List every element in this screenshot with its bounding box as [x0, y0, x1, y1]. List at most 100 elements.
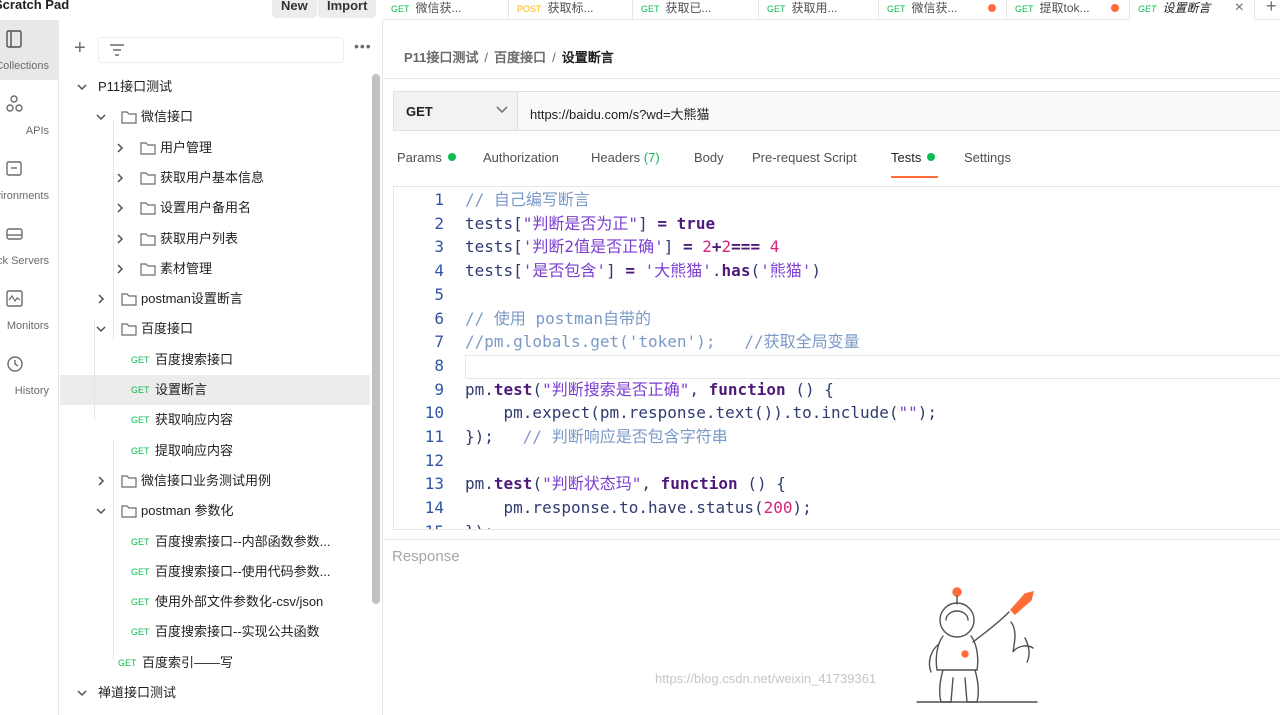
rail-item-apis[interactable]: APIs: [0, 85, 59, 145]
unsaved-dot-icon: [1111, 4, 1119, 12]
rail-label: Monitors: [6, 320, 49, 332]
chevron-right-icon[interactable]: [114, 224, 126, 256]
monitors-icon: [6, 290, 23, 307]
request-item[interactable]: GET 获取响应内容: [60, 405, 370, 435]
rail-item-environments[interactable]: Environments: [0, 150, 59, 210]
breadcrumb-collection[interactable]: P11接口测试: [404, 50, 478, 65]
tab-body[interactable]: Body: [694, 150, 724, 165]
folder-item[interactable]: 获取用户列表: [60, 224, 370, 254]
code-line: 15});: [394, 520, 1274, 529]
tab-tests[interactable]: Tests: [891, 150, 938, 178]
chevron-right-icon[interactable]: [114, 193, 126, 225]
chevron-down-icon[interactable]: [95, 102, 107, 134]
new-button[interactable]: New: [272, 0, 317, 18]
icon-rail: Collections APIs Environments Mock Servers M…: [0, 20, 59, 715]
request-item[interactable]: GET 设置断言: [60, 375, 370, 405]
tab-pre-request-script[interactable]: Pre-request Script: [752, 150, 857, 165]
tab-method: GET: [391, 4, 410, 14]
line-number: 10: [424, 403, 444, 423]
new-tab-plus-icon[interactable]: +: [1266, 0, 1277, 17]
tests-dot-icon: [927, 153, 936, 161]
request-method: GET: [131, 537, 150, 547]
tree-label: 获取响应内容: [155, 412, 234, 427]
method-select[interactable]: GET: [394, 92, 518, 130]
sidebar-scrollbar[interactable]: [372, 74, 380, 604]
tab-headers[interactable]: Headers (7): [591, 150, 660, 165]
collections-sidebar: + ••• P11接口测试 微信接口 用户管理 获取用户基本信息 设置用户备用名 获取用户…: [60, 20, 383, 715]
request-item[interactable]: GET 百度搜索接口--内部函数参数...: [60, 527, 370, 557]
tab-authorization[interactable]: Authorization: [483, 150, 559, 165]
tree-label: 提取响应内容: [155, 443, 234, 458]
chevron-down-icon[interactable]: [76, 678, 88, 710]
request-tab[interactable]: GET 微信获...: [383, 0, 509, 20]
sidebar-search-input[interactable]: [98, 37, 344, 63]
request-tab[interactable]: GET 微信获...: [879, 0, 1007, 20]
request-item[interactable]: GET 使用外部文件参数化-csv/json: [60, 587, 370, 617]
chevron-right-icon[interactable]: [114, 163, 126, 195]
more-options-icon[interactable]: •••: [354, 38, 372, 54]
folder-item[interactable]: 素材管理: [60, 254, 370, 284]
rail-label: History: [14, 385, 49, 397]
chevron-right-icon[interactable]: [95, 284, 107, 316]
request-method: GET: [131, 597, 150, 607]
add-collection-plus-icon[interactable]: +: [74, 38, 86, 58]
chevron-right-icon[interactable]: [95, 466, 107, 498]
tree-guide-line: [113, 120, 114, 340]
folder-item[interactable]: 微信接口业务测试用例: [60, 466, 370, 496]
code-text: // 自己编写断言: [465, 190, 590, 209]
request-item[interactable]: GET 百度索引——写: [60, 648, 370, 678]
request-item[interactable]: GET 提取响应内容: [60, 436, 370, 466]
chevron-down-icon[interactable]: [95, 496, 107, 528]
line-number: 14: [424, 498, 444, 518]
rail-item-monitors[interactable]: Monitors: [0, 280, 59, 340]
request-tab[interactable]: GET 提取tok...: [1007, 0, 1130, 20]
chevron-right-icon[interactable]: [114, 133, 126, 165]
collection-item[interactable]: 禅道接口测试: [60, 678, 370, 708]
collection-item[interactable]: P11接口测试: [60, 72, 370, 102]
close-tab-icon[interactable]: ×: [1235, 0, 1244, 16]
request-item[interactable]: GET 百度搜索接口--实现公共函数: [60, 617, 370, 647]
chevron-down-icon[interactable]: [95, 314, 107, 346]
tab-params[interactable]: Params: [397, 150, 456, 165]
tab-settings[interactable]: Settings: [964, 150, 1011, 165]
request-tab[interactable]: GET 设置断言 ×: [1130, 0, 1255, 20]
url-input[interactable]: https://baidu.com/s?wd=大熊猫: [530, 104, 710, 123]
folder-item[interactable]: 获取用户基本信息: [60, 163, 370, 193]
line-number: 1: [434, 190, 444, 209]
tree-label: 使用外部文件参数化-csv/json: [155, 594, 324, 609]
rail-item-mock-servers[interactable]: Mock Servers: [0, 215, 59, 275]
request-tab[interactable]: POST 获取标...: [509, 0, 633, 20]
apis-icon: [6, 95, 23, 112]
scratch-pad-title: Scratch Pad: [0, 0, 70, 12]
breadcrumb-request: 设置断言: [561, 50, 614, 65]
tree-label: 素材管理: [160, 261, 213, 276]
chevron-right-icon[interactable]: [114, 254, 126, 286]
tree-label: postman 参数化: [141, 503, 234, 518]
folder-icon: [140, 193, 156, 226]
request-tab[interactable]: GET 获取已...: [633, 0, 759, 20]
rail-item-history[interactable]: History: [0, 345, 59, 405]
folder-item[interactable]: postman设置断言: [60, 284, 370, 314]
folder-item[interactable]: 设置用户备用名: [60, 193, 370, 223]
folder-item[interactable]: 百度接口: [60, 314, 370, 344]
request-method: GET: [131, 355, 150, 365]
params-dot-icon: [447, 153, 456, 161]
environments-icon: [6, 161, 22, 176]
folder-item[interactable]: postman 参数化: [60, 496, 370, 526]
folder-item[interactable]: 微信接口: [60, 102, 370, 132]
code-text: pm.test("判断状态玛", function () {: [465, 474, 786, 494]
tree-guide-line: [94, 320, 95, 420]
request-item[interactable]: GET 百度搜索接口: [60, 345, 370, 375]
rail-item-collections[interactable]: Collections: [0, 20, 59, 80]
chevron-down-icon[interactable]: [76, 72, 88, 104]
tests-code-editor[interactable]: 1 // 自己编写断言 2 tests["判断是否为正"] = true 3 tests[…: [393, 186, 1280, 530]
request-method: GET: [131, 567, 150, 577]
line-number: 8: [434, 355, 444, 375]
request-item[interactable]: GET 百度搜索接口--使用代码参数...: [60, 557, 370, 587]
breadcrumb-folder[interactable]: 百度接口: [494, 50, 546, 65]
request-tab[interactable]: GET 获取用...: [759, 0, 879, 20]
import-button[interactable]: Import: [318, 0, 377, 18]
folder-item[interactable]: 用户管理: [60, 133, 370, 163]
workspace-header: Scratch Pad New Import: [0, 0, 383, 20]
folder-icon: [121, 466, 137, 499]
